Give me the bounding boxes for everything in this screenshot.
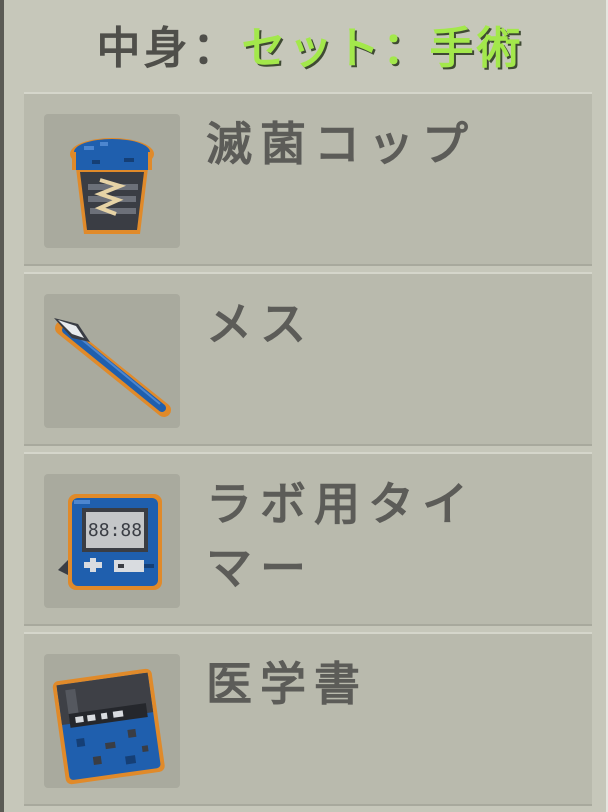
scalpel-icon [54,318,171,417]
item-name: 医学書 [206,657,368,711]
list-item-sterile-cup[interactable]: 滅菌コップ [24,92,592,266]
item-name: メス [206,297,314,351]
header-label: 中身 [96,23,191,74]
item-name: 滅菌コップ [206,117,476,171]
item-slot [44,114,180,248]
panel-header: 中身 ： セット：手術 [8,0,608,88]
item-slot [44,654,180,788]
item-name: ラボ用タイマー [206,477,476,595]
medical-book-icon [52,668,165,785]
list-item-medical-book[interactable]: 医学書 [24,632,592,806]
lab-timer-icon: 88:88 [58,494,162,590]
item-slot [44,294,180,428]
item-list: 滅菌コップ メス 88:88 ラボ用タイマー 医学書 [24,92,592,812]
set-name: セット：手術 [241,23,524,74]
list-item-lab-timer[interactable]: 88:88 ラボ用タイマー [24,452,592,626]
contents-panel: 中身 ： セット：手術 滅菌コップ メス 88:88 ラボ用タイマー 医学書 [0,0,608,812]
header-separator: ： [192,23,240,74]
svg-text:88:88: 88:88 [88,520,142,541]
list-item-scalpel[interactable]: メス [24,272,592,446]
sterile-cup-icon [70,138,154,234]
item-slot: 88:88 [44,474,180,608]
